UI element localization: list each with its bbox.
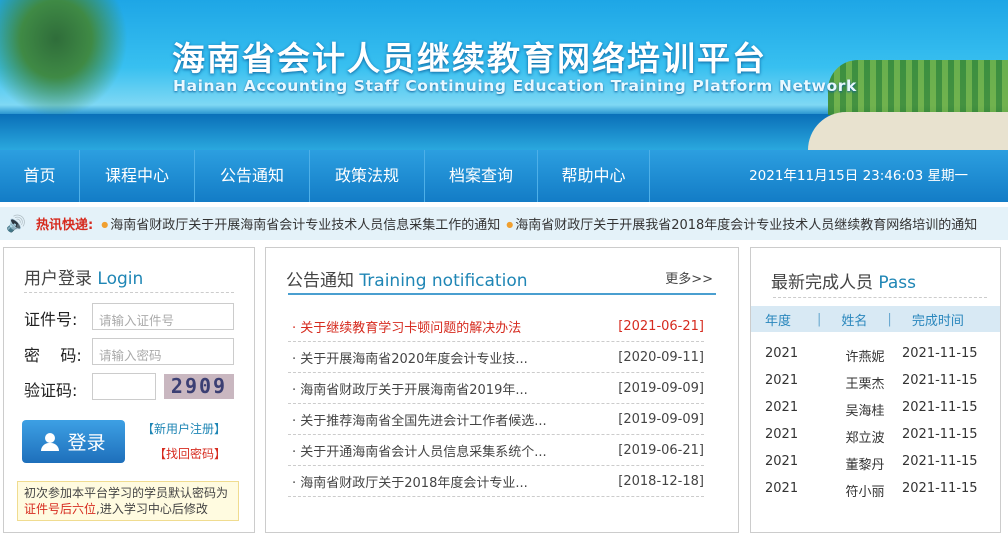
- pass-panel: 最新完成人员 Pass 年度 | 姓名 | 完成时间 2021 许燕妮 2021-11-…: [750, 247, 1001, 533]
- palm-tree-decoration: [0, 0, 140, 130]
- ticker-label: 热讯快递:: [36, 218, 94, 233]
- table-row: 2021 符小丽 2021-11-15: [751, 481, 1000, 500]
- header-name: 姓名: [841, 313, 868, 329]
- cell-name: 郑立波: [845, 431, 885, 446]
- captcha-image[interactable]: 2909: [164, 374, 234, 399]
- notice-panel: 公告通知 Training notification 更多>> 关于继续教育学习…: [265, 247, 739, 533]
- cell-time: 2021-11-15: [902, 481, 978, 496]
- recover-password-link[interactable]: 【找回密码】: [154, 445, 226, 462]
- notice-item-date: [2021-06-21]: [618, 318, 704, 334]
- pass-title: 最新完成人员 Pass: [771, 268, 916, 293]
- captcha-label: 验证码:: [24, 381, 78, 400]
- cell-name: 许燕妮: [845, 350, 885, 365]
- user-icon: [41, 432, 60, 451]
- cell-name: 董黎丹: [845, 458, 885, 473]
- pass-title-cn: 最新完成人员: [771, 273, 873, 293]
- password-label: 密 码:: [24, 346, 82, 365]
- cell-time: 2021-11-15: [902, 346, 978, 361]
- cell-name: 王栗杰: [845, 377, 885, 392]
- cell-year: 2021: [765, 400, 799, 415]
- current-datetime: 2021年11月15日 23:46:03 星期一: [749, 168, 968, 184]
- divider: [24, 292, 234, 293]
- notice-item-title[interactable]: 关于继续教育学习卡顿问题的解决办法: [292, 317, 521, 336]
- default-password-tip: 初次参加本平台学习的学员默认密码为 证件号后六位,进入学习中心后修改: [17, 481, 239, 521]
- notice-item[interactable]: 关于开展海南省2020年度会计专业技... [2020-09-11]: [288, 342, 704, 373]
- notice-item-title[interactable]: 关于开展海南省2020年度会计专业技...: [292, 348, 527, 367]
- login-button-label: 登录: [67, 432, 106, 454]
- nav-notices[interactable]: 公告通知: [195, 150, 310, 202]
- id-input[interactable]: 请输入证件号: [92, 303, 234, 330]
- notice-item-title[interactable]: 海南省财政厅关于2018年度会计专业...: [292, 472, 527, 491]
- ticker-item[interactable]: 海南省财政厅关于开展我省2018年度会计专业技术人员继续教育网络培训的通知: [506, 214, 977, 233]
- login-panel: 用户登录 Login 证件号: 请输入证件号 密 码: 请输入密码 验证码: 2…: [3, 247, 255, 533]
- notice-item[interactable]: 关于开通海南省会计人员信息采集系统个... [2019-06-21]: [288, 435, 704, 466]
- tip-highlight: 证件号后六位: [24, 502, 97, 516]
- header-year: 年度: [765, 313, 792, 329]
- notice-item[interactable]: 关于推荐海南省全国先进会计工作者候选... [2019-09-09]: [288, 404, 704, 435]
- table-row: 2021 郑立波 2021-11-15: [751, 427, 1000, 446]
- divider: [288, 293, 716, 295]
- speaker-icon: 🔊: [6, 214, 26, 233]
- site-title: 海南省会计人员继续教育网络培训平台: [172, 39, 767, 78]
- notice-item[interactable]: 海南省财政厅关于2018年度会计专业... [2018-12-18]: [288, 466, 704, 497]
- header-banner: 海南省会计人员继续教育网络培训平台 Hainan Accounting Staf…: [0, 0, 1008, 150]
- notice-item-date: [2020-09-11]: [618, 349, 704, 365]
- cell-year: 2021: [765, 346, 799, 361]
- login-title: 用户登录 Login: [24, 264, 143, 289]
- divider: [773, 297, 987, 298]
- tip-text: ,进入学习中心后修改: [96, 502, 208, 516]
- ticker-item[interactable]: 海南省财政厅关于开展海南省会计专业技术人员信息采集工作的通知: [101, 214, 500, 233]
- cell-year: 2021: [765, 481, 799, 496]
- nav-courses[interactable]: 课程中心: [80, 150, 195, 202]
- notice-item-date: [2019-09-09]: [618, 380, 704, 396]
- cell-year: 2021: [765, 373, 799, 388]
- more-link[interactable]: 更多>>: [665, 268, 713, 287]
- notice-item[interactable]: 关于继续教育学习卡顿问题的解决办法 [2021-06-21]: [288, 311, 704, 342]
- notice-title-cn: 公告通知: [286, 271, 354, 291]
- cell-time: 2021-11-15: [902, 427, 978, 442]
- notice-list: 关于继续教育学习卡顿问题的解决办法 [2021-06-21] 关于开展海南省202…: [288, 311, 704, 497]
- notice-item-title[interactable]: 海南省财政厅关于开展海南省2019年...: [292, 379, 527, 398]
- nav-home[interactable]: 首页: [0, 150, 80, 202]
- notice-title-en: Training notification: [359, 271, 528, 291]
- cell-year: 2021: [765, 427, 799, 442]
- notice-item-title[interactable]: 关于开通海南省会计人员信息采集系统个...: [292, 441, 546, 460]
- cell-time: 2021-11-15: [902, 454, 978, 469]
- tip-text: 初次参加本平台学习的学员默认密码为: [24, 486, 229, 500]
- cell-time: 2021-11-15: [902, 400, 978, 415]
- captcha-input[interactable]: [92, 373, 156, 400]
- nav-help[interactable]: 帮助中心: [538, 150, 650, 202]
- notice-item-date: [2019-09-09]: [618, 411, 704, 427]
- table-row: 2021 许燕妮 2021-11-15: [751, 346, 1000, 365]
- cell-time: 2021-11-15: [902, 373, 978, 388]
- notice-item-title[interactable]: 关于推荐海南省全国先进会计工作者候选...: [292, 410, 546, 429]
- login-title-en: Login: [97, 269, 144, 289]
- cell-year: 2021: [765, 454, 799, 469]
- table-row: 2021 王栗杰 2021-11-15: [751, 373, 1000, 392]
- main-nav: 首页 课程中心 公告通知 政策法规 档案查询 帮助中心 2021年11月15日 …: [0, 150, 1008, 202]
- pass-table-header: 年度 | 姓名 | 完成时间: [751, 306, 1000, 332]
- password-input[interactable]: 请输入密码: [92, 338, 234, 365]
- news-ticker: 🔊 热讯快递: 海南省财政厅关于开展海南省会计专业技术人员信息采集工作的通知 海…: [0, 207, 1008, 240]
- site-subtitle: Hainan Accounting Staff Continuing Educa…: [173, 77, 857, 95]
- cell-name: 符小丽: [845, 485, 885, 500]
- notice-item-date: [2019-06-21]: [618, 442, 704, 458]
- table-row: 2021 董黎丹 2021-11-15: [751, 454, 1000, 473]
- cell-name: 吴海桂: [845, 404, 885, 419]
- notice-item[interactable]: 海南省财政厅关于开展海南省2019年... [2019-09-09]: [288, 373, 704, 404]
- beach-decoration: [808, 112, 1008, 150]
- nav-policies[interactable]: 政策法规: [310, 150, 425, 202]
- nav-records[interactable]: 档案查询: [425, 150, 538, 202]
- table-row: 2021 吴海桂 2021-11-15: [751, 400, 1000, 419]
- notice-item-date: [2018-12-18]: [618, 473, 704, 489]
- login-title-cn: 用户登录: [24, 269, 92, 289]
- header-time: 完成时间: [911, 313, 964, 329]
- notice-title: 公告通知 Training notification: [286, 266, 528, 291]
- register-link[interactable]: 【新用户注册】: [142, 420, 226, 437]
- id-label: 证件号:: [24, 310, 78, 329]
- pass-title-en: Pass: [878, 273, 917, 293]
- login-button[interactable]: 登录: [22, 420, 125, 463]
